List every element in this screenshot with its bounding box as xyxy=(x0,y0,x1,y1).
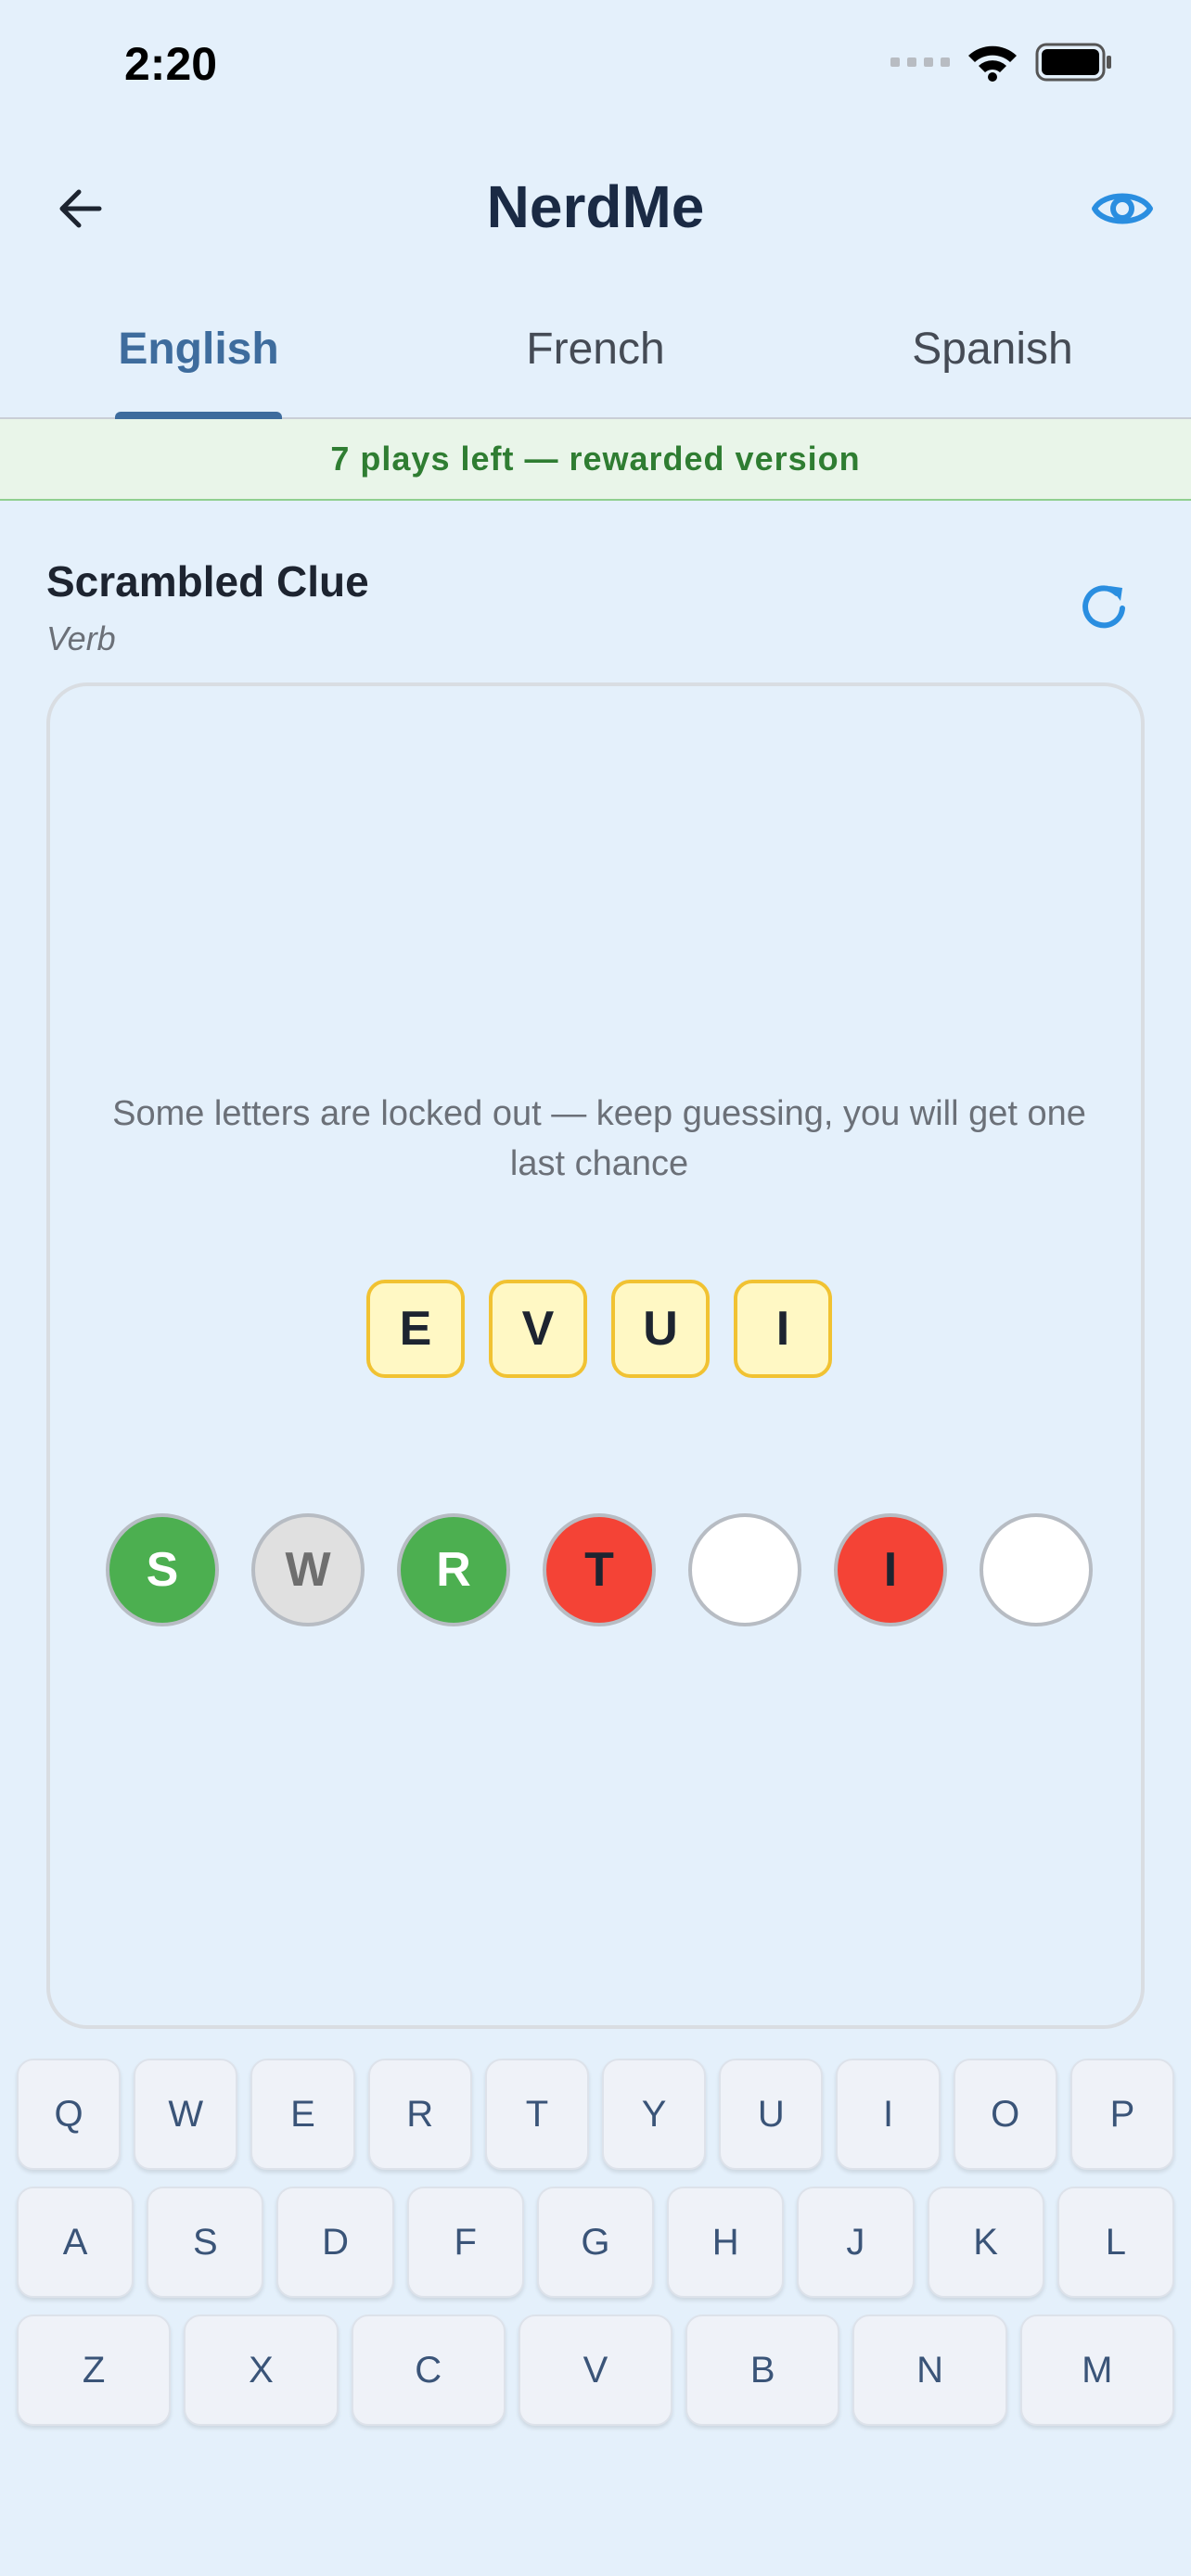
scrambled-letters: E V U I xyxy=(50,1280,1148,1378)
guess-slot[interactable] xyxy=(980,1513,1093,1626)
status-time: 2:20 xyxy=(124,38,218,90)
key-j[interactable]: J xyxy=(797,2187,915,2298)
key-p[interactable]: P xyxy=(1069,2059,1175,2170)
guess-slots: S W R T I xyxy=(106,1513,1093,1626)
key-i[interactable]: I xyxy=(836,2059,941,2170)
key-a[interactable]: A xyxy=(17,2187,134,2298)
key-z[interactable]: Z xyxy=(17,2315,172,2426)
scrambled-tile: V xyxy=(489,1280,587,1378)
status-icons xyxy=(890,43,1113,82)
guess-slot[interactable]: W xyxy=(251,1513,365,1626)
game-card: Some letters are locked out — keep guess… xyxy=(46,682,1145,2029)
key-n[interactable]: N xyxy=(852,2315,1007,2426)
wifi-icon xyxy=(967,43,1018,82)
guess-slot[interactable]: R xyxy=(397,1513,510,1626)
key-u[interactable]: U xyxy=(719,2059,824,2170)
app-title: NerdMe xyxy=(486,173,705,240)
key-x[interactable]: X xyxy=(184,2315,339,2426)
guess-slot[interactable]: S xyxy=(106,1513,219,1626)
refresh-button[interactable] xyxy=(1069,571,1139,642)
eye-icon xyxy=(1092,193,1153,224)
language-tabs: English French Spanish xyxy=(0,278,1191,419)
guess-slot[interactable] xyxy=(688,1513,801,1626)
key-d[interactable]: D xyxy=(276,2187,394,2298)
keyboard-row-1: Q W E R T Y U I O P xyxy=(17,2059,1175,2170)
tab-french[interactable]: French xyxy=(397,278,794,419)
scrambled-tile: U xyxy=(611,1280,710,1378)
key-s[interactable]: S xyxy=(147,2187,264,2298)
cellular-signal-icon xyxy=(890,57,950,67)
keyboard-row-3: Z X C V B N M xyxy=(17,2315,1174,2426)
keyboard-row-2: A S D F G H J K L xyxy=(17,2187,1174,2298)
tab-spanish[interactable]: Spanish xyxy=(794,278,1191,419)
key-r[interactable]: R xyxy=(367,2059,472,2170)
key-b[interactable]: B xyxy=(685,2315,840,2426)
key-c[interactable]: C xyxy=(351,2315,506,2426)
key-g[interactable]: G xyxy=(536,2187,655,2298)
reveal-answer-button[interactable] xyxy=(1085,176,1159,241)
key-h[interactable]: H xyxy=(667,2187,785,2298)
key-o[interactable]: O xyxy=(953,2059,1057,2170)
key-t[interactable]: T xyxy=(484,2059,590,2170)
battery-icon xyxy=(1035,43,1113,82)
active-tab-indicator xyxy=(115,412,282,419)
key-l[interactable]: L xyxy=(1057,2187,1174,2298)
scrambled-tile: E xyxy=(366,1280,465,1378)
key-k[interactable]: K xyxy=(927,2187,1044,2298)
guess-slot[interactable]: I xyxy=(834,1513,947,1626)
app-screen: 2:20 NerdMe English French Spanish 7 pla… xyxy=(0,0,1191,2576)
word-type-label: Verb xyxy=(46,619,116,657)
key-q[interactable]: Q xyxy=(17,2059,122,2170)
key-w[interactable]: W xyxy=(134,2059,238,2170)
key-f[interactable]: F xyxy=(406,2187,524,2298)
guess-slot[interactable]: T xyxy=(543,1513,656,1626)
key-e[interactable]: E xyxy=(250,2059,355,2170)
plays-left-banner: 7 plays left — rewarded version xyxy=(0,419,1191,501)
key-v[interactable]: V xyxy=(518,2315,673,2426)
key-y[interactable]: Y xyxy=(602,2059,707,2170)
scrambled-tile: I xyxy=(734,1280,832,1378)
hint-text: Some letters are locked out — keep guess… xyxy=(112,1094,1086,1183)
refresh-icon xyxy=(1082,585,1125,629)
tab-english[interactable]: English xyxy=(0,278,397,419)
key-m[interactable]: M xyxy=(1019,2315,1174,2426)
clue-title: Scrambled Clue xyxy=(46,557,369,606)
